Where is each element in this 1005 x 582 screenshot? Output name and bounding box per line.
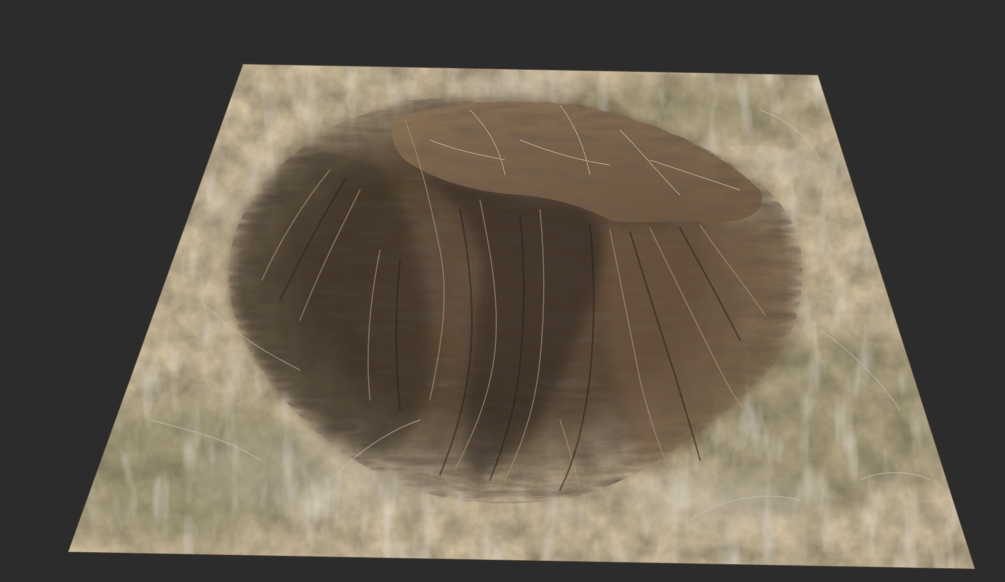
terrain-tile: [68, 64, 975, 569]
viewport-3d[interactable]: [0, 0, 1005, 582]
terrain-render: [67, 63, 976, 570]
